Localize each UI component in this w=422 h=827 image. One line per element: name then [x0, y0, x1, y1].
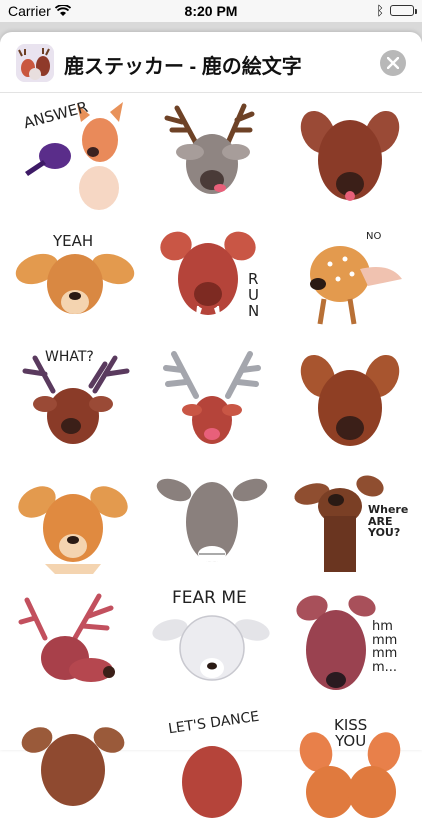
sticker-red-stag[interactable] — [15, 588, 135, 698]
sticker-caption: RUN — [248, 270, 260, 320]
sticker-lets-dance-deer[interactable]: LET'S DANCE — [152, 709, 272, 822]
sticker-partial-deer[interactable] — [15, 712, 135, 822]
sticker-run-deer[interactable]: RUN — [152, 224, 272, 334]
sticker-answer-deer[interactable]: ANSWER — [15, 98, 135, 210]
sticker-caption: YEAH — [53, 232, 94, 250]
sticker-caption: WHAT? — [45, 349, 94, 365]
sticker-smirk-deer[interactable] — [290, 346, 410, 456]
sticker-caption: hm mm mm m... — [372, 619, 398, 675]
sticker-sheet: 鹿ステッカー - 鹿の絵文字 ANSWER YEAH RUN NO WHAT? … — [0, 32, 422, 818]
sticker-what-stag[interactable]: WHAT? — [15, 346, 135, 456]
sticker-caption: KISS YOU — [334, 716, 368, 750]
sticker-caption: Where ARE YOU? — [368, 503, 409, 540]
sticker-stag-tongue[interactable] — [152, 100, 272, 210]
sticker-kiss-you-deer[interactable]: KISS YOU — [290, 712, 410, 822]
sticker-hmm-deer[interactable]: hm mm mm m... — [290, 588, 410, 698]
sheet-header: 鹿ステッカー - 鹿の絵文字 — [0, 32, 422, 93]
close-button[interactable] — [380, 50, 406, 76]
app-title: 鹿ステッカー - 鹿の絵文字 — [64, 56, 302, 78]
status-bar: Carrier 8:20 PM ᛒ — [0, 0, 422, 22]
sticker-fear-me-sheep-deer[interactable]: FEAR ME — [152, 588, 272, 698]
sticker-grin-doe[interactable] — [152, 466, 272, 576]
sticker-caption: NO — [366, 231, 382, 242]
sticker-no-fawn[interactable]: NO — [290, 224, 410, 334]
sticker-yeah-fawn[interactable]: YEAH — [15, 224, 135, 334]
app-icon — [16, 44, 54, 82]
status-time: 8:20 PM — [184, 3, 238, 19]
battery-icon — [390, 5, 414, 16]
sticker-silver-antler-stag[interactable] — [152, 346, 272, 456]
sticker-sad-fawn[interactable] — [15, 466, 135, 576]
sticker-where-are-you-deer[interactable]: Where ARE YOU? — [290, 466, 410, 576]
bluetooth-icon: ᛒ — [376, 3, 384, 18]
close-x-icon — [387, 57, 399, 69]
sticker-brown-doe-face[interactable] — [290, 100, 410, 210]
sticker-caption: FEAR ME — [172, 588, 247, 608]
